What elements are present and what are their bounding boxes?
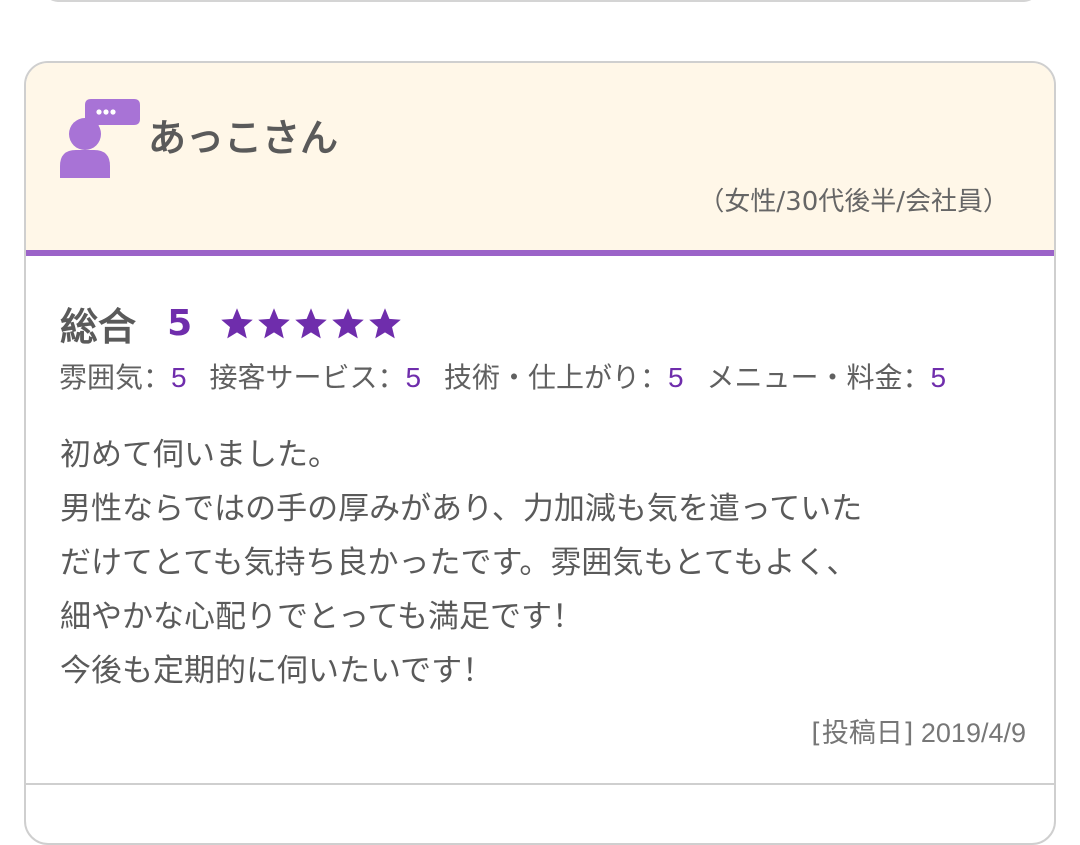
star-rating	[219, 306, 404, 342]
sub-rating-technique: 技術・仕上がり：5	[444, 356, 684, 396]
user-comment-icon	[60, 99, 140, 178]
card-divider	[26, 783, 1054, 785]
sub-rating-menu-price: メニュー・料金：5	[707, 356, 947, 396]
sub-rating-value: 5	[171, 362, 187, 393]
star-icon	[332, 307, 365, 338]
star-icon	[221, 307, 254, 338]
overall-label: 総合	[60, 305, 137, 349]
overall-score: 5	[167, 303, 193, 344]
sub-rating-label: 接客サービス：	[209, 361, 406, 394]
post-date-value: 2019/4/9	[920, 718, 1026, 748]
reviewer-profile: （女性/30代後半/会社員）	[698, 187, 1009, 217]
sub-rating-service: 接客サービス：5	[210, 356, 422, 396]
sub-rating-label: メニュー・料金：	[706, 361, 931, 394]
previous-card-edge	[44, 0, 1038, 2]
sub-rating-value: 5	[405, 362, 422, 393]
sub-rating-label: 技術・仕上がり：	[444, 361, 669, 394]
sub-rating-value: 5	[668, 362, 684, 393]
star-icon	[295, 307, 328, 338]
review-comment: 初めて伺いました。 男性ならではの手の厚みがあり、力加減も気を遣っていた だけて…	[60, 437, 863, 689]
star-icon	[369, 307, 402, 338]
sub-rating-atmosphere: 雰囲気：5	[59, 356, 187, 396]
review-header: あっこさん （女性/30代後半/会社員）	[26, 63, 1054, 256]
review-body: 総合 5 雰囲気：5 接客サービス：5 技術・仕上がり：5 メニュー・料金：5 …	[26, 256, 1054, 776]
post-date-label: [投稿日]	[811, 718, 914, 749]
reviewer-name: あっこさん	[148, 116, 339, 160]
post-date: [投稿日] 2019/4/9	[811, 711, 1026, 750]
sub-rating-label: 雰囲気：	[59, 361, 172, 394]
sub-ratings: 雰囲気：5 接客サービス：5 技術・仕上がり：5 メニュー・料金：5	[59, 356, 960, 396]
sub-rating-value: 5	[930, 362, 947, 393]
review-card: あっこさん （女性/30代後半/会社員） 総合 5 雰囲気：5 接客サービス：5…	[24, 61, 1056, 845]
overall-rating-row: 総合 5	[60, 296, 404, 349]
star-icon	[258, 307, 291, 338]
